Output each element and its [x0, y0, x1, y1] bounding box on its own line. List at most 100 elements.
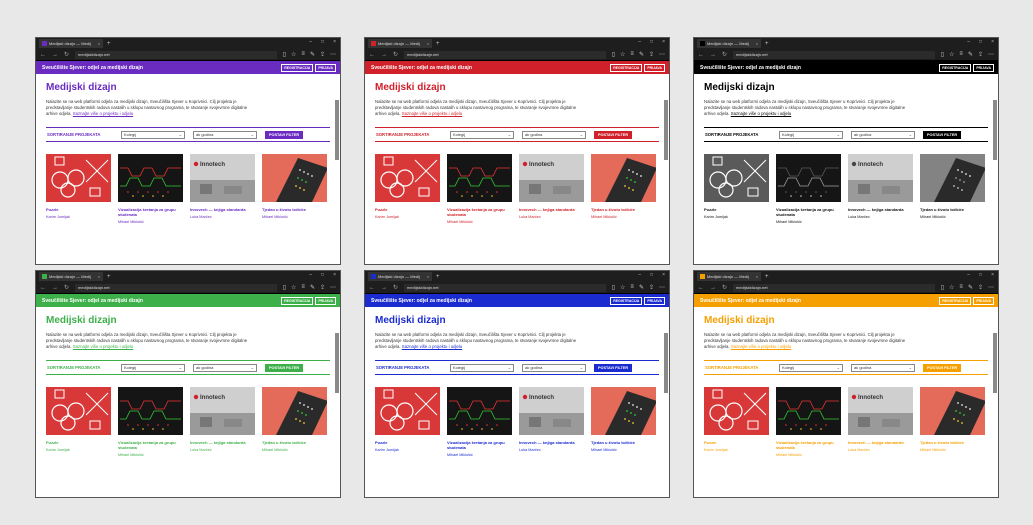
- project-card[interactable]: Innotech Innovech — knjiga standarda Luk…: [190, 154, 255, 224]
- register-button[interactable]: REGISTRACIJA: [281, 63, 314, 72]
- share-icon[interactable]: ⇪: [320, 51, 325, 58]
- url-input[interactable]: medijskidizajn.net: [733, 283, 935, 292]
- new-tab-icon[interactable]: +: [765, 274, 769, 280]
- close-icon[interactable]: ×: [333, 272, 336, 278]
- project-thumbnail[interactable]: Innotech: [190, 154, 255, 202]
- card-title[interactable]: Tjedan u životu točkiće: [262, 440, 327, 445]
- project-card[interactable]: Innotech Innovech — knjiga standarda Luk…: [519, 154, 584, 224]
- project-card[interactable]: Puzzle Karim Jumijak: [46, 154, 111, 224]
- apply-filter-button[interactable]: POSTAVI FILTER: [265, 130, 304, 139]
- register-button[interactable]: REGISTRACIJA: [939, 63, 972, 72]
- category-select[interactable]: Kolegij ⌄: [121, 363, 185, 372]
- new-tab-icon[interactable]: +: [107, 274, 111, 280]
- refresh-icon[interactable]: ↻: [393, 51, 398, 58]
- more-icon[interactable]: ⋯: [988, 51, 994, 58]
- login-button[interactable]: PRIJAVA: [973, 63, 994, 72]
- project-thumbnail[interactable]: [262, 387, 327, 435]
- year-select[interactable]: ak godina ⌄: [193, 363, 257, 372]
- more-icon[interactable]: ⋯: [330, 51, 336, 58]
- reading-view-icon[interactable]: ▯: [283, 51, 286, 58]
- card-title[interactable]: Puzzle: [375, 440, 440, 445]
- tab-close-icon[interactable]: ×: [427, 41, 429, 46]
- card-title[interactable]: Puzzle: [704, 207, 769, 212]
- category-select[interactable]: Kolegij ⌄: [779, 363, 843, 372]
- hub-icon[interactable]: ≡: [959, 51, 963, 58]
- close-icon[interactable]: ×: [991, 39, 994, 45]
- more-icon[interactable]: ⋯: [659, 284, 665, 291]
- refresh-icon[interactable]: ↻: [393, 284, 398, 291]
- browser-tab[interactable]: Medijski dizajn — Medij ×: [697, 39, 761, 48]
- card-title[interactable]: Vizualizacija kretanja za grupu studenat…: [118, 440, 183, 450]
- site-name[interactable]: Sveučilište Sjever: odjel za medijski di…: [42, 65, 143, 71]
- project-card[interactable]: Tjedan u životu točkiće Mihael Miklošić: [920, 387, 985, 457]
- login-button[interactable]: PRIJAVA: [315, 296, 336, 305]
- project-card[interactable]: Vizualizacija kretanja za grupu studenat…: [118, 154, 183, 224]
- project-thumbnail[interactable]: [920, 154, 985, 202]
- site-name[interactable]: Sveučilište Sjever: odjel za medijski di…: [371, 298, 472, 304]
- intro-link[interactable]: Saznajte više o projektu i odjelu: [73, 111, 133, 116]
- favorite-star-icon[interactable]: ☆: [291, 284, 296, 291]
- card-author[interactable]: Luka Marčec: [848, 215, 913, 219]
- project-card[interactable]: Tjedan u životu točkiće Mihael Miklošić: [262, 154, 327, 224]
- minimize-icon[interactable]: –: [309, 272, 312, 278]
- share-icon[interactable]: ⇪: [320, 284, 325, 291]
- hub-icon[interactable]: ≡: [959, 284, 963, 291]
- intro-link[interactable]: Saznajte više o projektu i odjelu: [731, 111, 791, 116]
- card-author[interactable]: Mihael Miklošić: [262, 448, 327, 452]
- project-card[interactable]: Tjedan u životu točkiće Mihael Miklošić: [262, 387, 327, 457]
- favorite-star-icon[interactable]: ☆: [620, 284, 625, 291]
- project-card[interactable]: Innotech Innovech — knjiga standarda Luk…: [848, 387, 913, 457]
- tab-close-icon[interactable]: ×: [427, 274, 429, 279]
- tab-close-icon[interactable]: ×: [756, 274, 758, 279]
- card-title[interactable]: Innovech — knjiga standarda: [519, 440, 584, 445]
- new-tab-icon[interactable]: +: [436, 274, 440, 280]
- register-button[interactable]: REGISTRACIJA: [281, 296, 314, 305]
- card-title[interactable]: Tjedan u životu točkiće: [591, 440, 656, 445]
- tab-close-icon[interactable]: ×: [98, 274, 100, 279]
- maximize-icon[interactable]: □: [650, 39, 653, 45]
- register-button[interactable]: REGISTRACIJA: [610, 296, 643, 305]
- share-icon[interactable]: ⇪: [649, 284, 654, 291]
- favorite-star-icon[interactable]: ☆: [949, 284, 954, 291]
- new-tab-icon[interactable]: +: [107, 41, 111, 47]
- url-input[interactable]: medijskidizajn.net: [404, 283, 606, 292]
- register-button[interactable]: REGISTRACIJA: [939, 296, 972, 305]
- intro-link[interactable]: Saznajte više o projektu i odjelu: [402, 344, 462, 349]
- close-icon[interactable]: ×: [991, 272, 994, 278]
- scrollbar[interactable]: [993, 100, 997, 160]
- year-select[interactable]: ak godina ⌄: [851, 363, 915, 372]
- category-select[interactable]: Kolegij ⌄: [121, 130, 185, 139]
- hub-icon[interactable]: ≡: [301, 51, 305, 58]
- maximize-icon[interactable]: □: [979, 39, 982, 45]
- site-name[interactable]: Sveučilište Sjever: odjel za medijski di…: [700, 65, 801, 71]
- more-icon[interactable]: ⋯: [988, 284, 994, 291]
- project-card[interactable]: Vizualizacija kretanja za grupu studenat…: [776, 154, 841, 224]
- project-card[interactable]: Innotech Innovech — knjiga standarda Luk…: [190, 387, 255, 457]
- project-card[interactable]: Vizualizacija kretanja za grupu studenat…: [776, 387, 841, 457]
- project-thumbnail[interactable]: Innotech: [190, 387, 255, 435]
- note-icon[interactable]: ✎: [639, 284, 644, 291]
- browser-tab[interactable]: Medijski dizajn — Medij ×: [368, 272, 432, 281]
- register-button[interactable]: REGISTRACIJA: [610, 63, 643, 72]
- card-author[interactable]: Mihael Miklošić: [591, 448, 656, 452]
- forward-icon[interactable]: →: [52, 52, 58, 58]
- url-input[interactable]: medijskidizajn.net: [75, 283, 277, 292]
- project-thumbnail[interactable]: Innotech: [519, 154, 584, 202]
- project-card[interactable]: Tjedan u životu točkiće Mihael Miklošić: [591, 154, 656, 224]
- back-icon[interactable]: ←: [369, 52, 375, 58]
- card-author[interactable]: Luka Marčec: [190, 448, 255, 452]
- share-icon[interactable]: ⇪: [978, 284, 983, 291]
- minimize-icon[interactable]: –: [309, 39, 312, 45]
- card-author[interactable]: Mihael Miklošić: [591, 215, 656, 219]
- project-card[interactable]: Tjedan u životu točkiće Mihael Miklošić: [591, 387, 656, 457]
- back-icon[interactable]: ←: [698, 52, 704, 58]
- back-icon[interactable]: ←: [40, 52, 46, 58]
- site-name[interactable]: Sveučilište Sjever: odjel za medijski di…: [42, 298, 143, 304]
- refresh-icon[interactable]: ↻: [722, 284, 727, 291]
- minimize-icon[interactable]: –: [967, 39, 970, 45]
- scrollbar[interactable]: [664, 100, 668, 160]
- forward-icon[interactable]: →: [710, 52, 716, 58]
- project-thumbnail[interactable]: [375, 387, 440, 435]
- reading-view-icon[interactable]: ▯: [283, 284, 286, 291]
- more-icon[interactable]: ⋯: [330, 284, 336, 291]
